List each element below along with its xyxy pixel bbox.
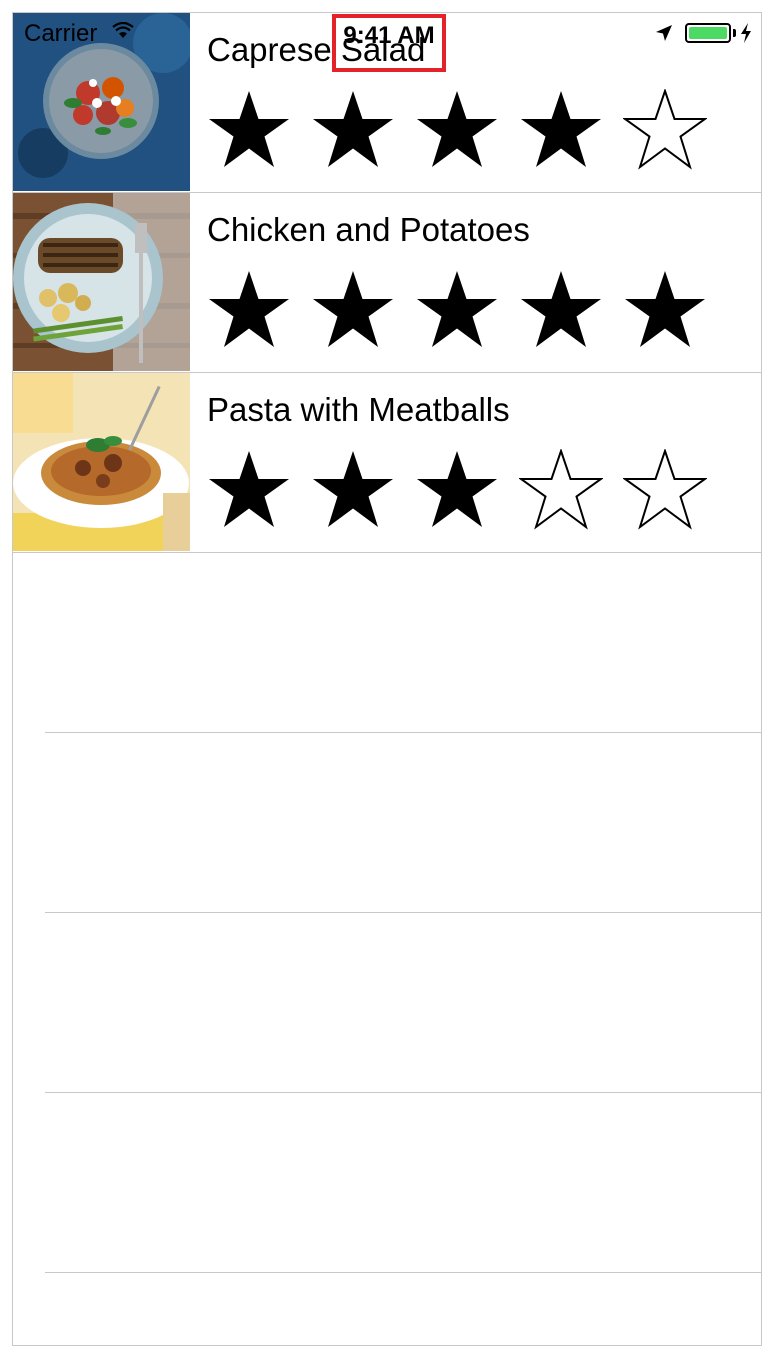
star-filled-icon[interactable] <box>311 449 395 533</box>
meal-table: Caprese Salad Chicken and Potatoes Pasta… <box>12 12 762 1346</box>
empty-row-separator <box>45 732 761 733</box>
chicken-potatoes-photo <box>13 193 190 371</box>
meal-row-pasta-with-meatballs[interactable]: Pasta with Meatballs <box>13 373 761 553</box>
star-empty-icon[interactable] <box>623 449 707 533</box>
star-filled-icon[interactable] <box>207 449 291 533</box>
wifi-icon <box>112 22 134 38</box>
empty-row-separator <box>45 1272 761 1273</box>
star-filled-icon[interactable] <box>415 269 499 353</box>
star-filled-icon[interactable] <box>207 269 291 353</box>
empty-row-separator <box>45 912 761 913</box>
location-arrow-icon <box>656 25 672 41</box>
star-filled-icon[interactable] <box>623 269 707 353</box>
star-empty-icon[interactable] <box>519 449 603 533</box>
empty-row-separator <box>45 1092 761 1093</box>
status-time: 9:41 AM <box>332 14 446 72</box>
battery-level <box>689 27 727 39</box>
star-filled-icon[interactable] <box>311 89 395 173</box>
charging-bolt-icon <box>741 23 751 43</box>
carrier-label: Carrier <box>24 20 98 47</box>
battery-tip <box>733 29 736 37</box>
star-filled-icon[interactable] <box>519 89 603 173</box>
meal-name: Chicken and Potatoes <box>207 211 530 248</box>
star-filled-icon[interactable] <box>311 269 395 353</box>
meal-row-chicken-and-potatoes[interactable]: Chicken and Potatoes <box>13 193 761 373</box>
star-filled-icon[interactable] <box>519 269 603 353</box>
star-filled-icon[interactable] <box>207 89 291 173</box>
star-empty-icon[interactable] <box>623 89 707 173</box>
status-bar: Carrier 9:41 AM <box>12 12 762 72</box>
star-filled-icon[interactable] <box>415 449 499 533</box>
star-filled-icon[interactable] <box>415 89 499 173</box>
meal-name: Pasta with Meatballs <box>207 391 510 428</box>
pasta-meatballs-photo <box>13 373 190 551</box>
battery-icon <box>685 23 731 43</box>
